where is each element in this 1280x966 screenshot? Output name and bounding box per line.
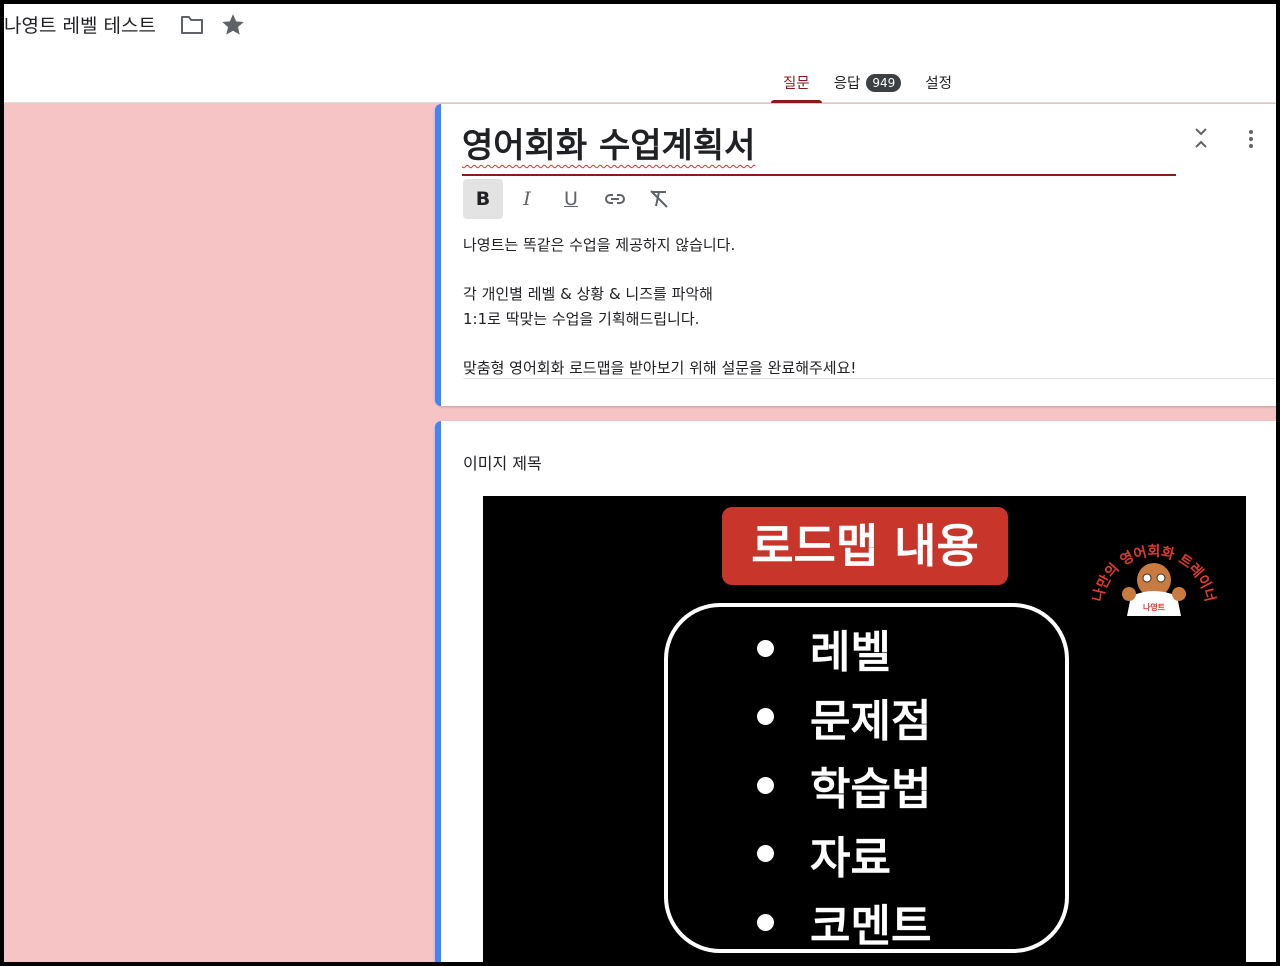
- bold-button[interactable]: B: [463, 179, 503, 219]
- card-accent-bar: [435, 421, 441, 962]
- underline-button[interactable]: U: [551, 179, 591, 219]
- app-frame: 나영트 레벨 테스트 질문 응답 949 설정 영어회화 수업계획서 B I U…: [4, 4, 1276, 962]
- collapse-icon[interactable]: [1191, 126, 1211, 150]
- roadmap-item: 레벨: [757, 614, 931, 683]
- roadmap-item: 학습법: [757, 751, 931, 820]
- folder-icon[interactable]: [180, 14, 204, 36]
- image-title[interactable]: 이미지 제목: [463, 450, 542, 474]
- form-canvas: 영어회화 수업계획서 B I U 나영트는 똑같은 수업을 제공하지 않습니다.…: [4, 103, 1276, 962]
- document-title[interactable]: 나영트 레벨 테스트: [4, 11, 156, 38]
- form-description[interactable]: 나영트는 똑같은 수업을 제공하지 않습니다. 각 개인별 레벨 & 상황 & …: [463, 233, 1275, 380]
- bullet-dot: [757, 639, 774, 657]
- tab-label: 응답: [833, 76, 861, 92]
- bullet-dot: [757, 913, 774, 931]
- bullet-dot: [757, 845, 774, 863]
- link-button[interactable]: [595, 179, 635, 219]
- clear-format-icon: [650, 190, 668, 208]
- card-accent-bar: [435, 104, 441, 406]
- bullet-dot: [757, 708, 774, 726]
- tab-settings[interactable]: 설정: [913, 64, 964, 103]
- form-title-text: 영어회화 수업계획서: [462, 126, 756, 166]
- roadmap-item: 코멘트: [757, 888, 931, 957]
- tab-label: 설정: [925, 76, 952, 92]
- bold-glyph: B: [475, 188, 491, 210]
- clear-format-button[interactable]: [639, 179, 679, 219]
- roadmap-list: 레벨 문제점 학습법 자료 코멘트: [757, 614, 931, 957]
- tab-responses[interactable]: 응답 949: [822, 64, 914, 103]
- image-item-card[interactable]: 이미지 제목 로드맵 내용 레벨 문제점 학습법 자료 코멘트 나만의 영어회화…: [435, 421, 1276, 962]
- underline-glyph: U: [564, 188, 578, 210]
- roadmap-item-label: 학습법: [810, 764, 932, 816]
- more-vert-icon[interactable]: [1247, 128, 1255, 150]
- tab-bar: 질문 응답 949 설정: [771, 64, 964, 103]
- roadmap-item-label: 코멘트: [810, 901, 932, 953]
- response-count-badge: 949: [866, 74, 902, 92]
- roadmap-heading: 로드맵 내용: [722, 507, 1008, 585]
- top-bar: 나영트 레벨 테스트 질문 응답 949 설정: [4, 4, 1276, 103]
- link-icon: [605, 194, 625, 204]
- roadmap-item-label: 레벨: [810, 627, 891, 679]
- roadmap-item: 자료: [757, 820, 931, 889]
- italic-button[interactable]: I: [507, 179, 547, 219]
- roadmap-image: 로드맵 내용 레벨 문제점 학습법 자료 코멘트 나만의 영어회화 트레이너 나…: [483, 496, 1246, 962]
- star-icon[interactable]: [220, 12, 246, 38]
- bullet-dot: [757, 776, 774, 794]
- roadmap-item-label: 자료: [810, 832, 891, 884]
- italic-glyph: I: [523, 188, 531, 210]
- tab-questions[interactable]: 질문: [771, 64, 822, 103]
- description-divider: [463, 378, 1275, 379]
- tab-label: 질문: [783, 76, 810, 92]
- logo-badge-text: 나영트: [1143, 602, 1166, 612]
- roadmap-item: 문제점: [757, 683, 931, 752]
- form-title-input[interactable]: 영어회화 수업계획서: [462, 118, 1176, 176]
- trainer-logo: 나만의 영어회화 트레이너 나영트: [1090, 544, 1218, 616]
- roadmap-item-label: 문제점: [810, 695, 932, 747]
- format-toolbar: B I U: [463, 179, 679, 219]
- form-header-card[interactable]: 영어회화 수업계획서 B I U 나영트는 똑같은 수업을 제공하지 않습니다.…: [435, 104, 1276, 406]
